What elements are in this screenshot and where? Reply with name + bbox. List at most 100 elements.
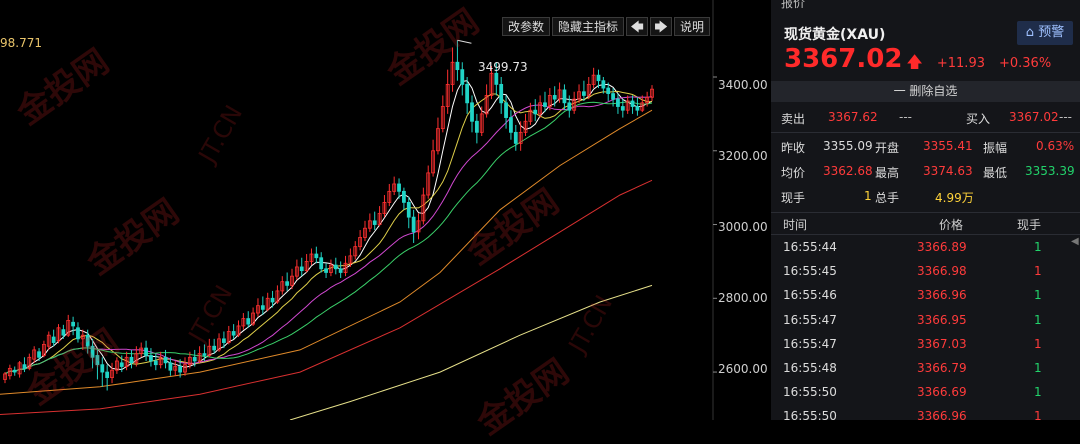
candle	[625, 95, 630, 114]
stat-row-avg-high-low: 均价 3362.68 最高 3374.63 最低 3353.39	[771, 160, 1080, 185]
candle-body	[533, 109, 538, 115]
candle	[265, 292, 270, 312]
stat-value: 1	[864, 189, 872, 203]
stat-label: 昨收	[781, 141, 806, 155]
stat-value: 4.99万	[935, 191, 974, 205]
candle	[46, 331, 51, 350]
candle	[402, 187, 406, 210]
stats-grid: 卖出 3367.62 --- 买入 3367.02 --- 昨收 3355.09…	[771, 106, 1080, 210]
candle	[363, 220, 367, 242]
candle	[353, 241, 358, 260]
candle	[217, 333, 221, 352]
arrow-left-icon[interactable]: 🡄	[626, 17, 649, 36]
candle	[630, 95, 635, 114]
quote-tab[interactable]: 报价	[781, 0, 805, 11]
candle	[144, 340, 148, 361]
candle	[581, 80, 586, 101]
candle	[577, 84, 581, 103]
candle-body	[149, 355, 153, 362]
stat-value: 3362.68	[823, 164, 873, 178]
kline-chart-area[interactable]: 金投网 金投网 金投网 金投网 金投网 金投网 JT.CN JT.CN JT.C…	[0, 0, 770, 443]
arrow-right-icon[interactable]: 🡆	[650, 17, 673, 36]
tick-row: 16:55:50 3366.69 1	[783, 385, 1042, 400]
candle	[241, 313, 246, 330]
candle-body	[338, 268, 343, 273]
candle	[450, 47, 455, 92]
candle	[392, 176, 397, 196]
tick-list[interactable]: 16:55:44 3366.89 1 16:55:45 3366.98 1 16…	[771, 236, 1080, 430]
candle	[470, 95, 474, 133]
candle	[523, 113, 528, 137]
candle	[513, 124, 518, 151]
candle	[173, 360, 178, 376]
candle-body	[333, 264, 338, 270]
candle	[552, 86, 557, 107]
hide-indicator-button[interactable]: 隐藏主指标	[552, 17, 625, 36]
candle-body	[543, 102, 547, 107]
candle-body	[630, 100, 635, 107]
candle-body	[222, 338, 226, 343]
candle-body	[260, 305, 265, 310]
tick-table-header: 时间 价格 现手	[771, 214, 1080, 234]
candle	[372, 211, 377, 231]
candle	[436, 117, 440, 155]
candle-body	[562, 89, 567, 104]
candle-body	[71, 321, 76, 327]
stat-value: 3367.62	[828, 110, 878, 124]
candle	[431, 139, 435, 177]
candle	[100, 357, 105, 387]
modify-params-button[interactable]: 改参数	[502, 17, 551, 36]
candle-body	[455, 61, 460, 71]
tick-row: 16:55:46 3366.96 1	[783, 288, 1042, 303]
help-button[interactable]: 说明	[674, 17, 711, 36]
candle	[338, 261, 343, 279]
alert-button[interactable]: ⌂ 预警	[1017, 21, 1073, 45]
candle	[149, 348, 153, 367]
candle-body	[246, 318, 251, 325]
candle	[71, 316, 76, 336]
candle	[168, 357, 173, 376]
candle	[518, 121, 523, 151]
candle	[562, 84, 567, 111]
candle	[129, 349, 134, 369]
candle-body	[163, 356, 168, 364]
candle	[32, 346, 37, 363]
candle	[105, 364, 110, 391]
tick-row: 16:55:47 3367.03 1	[783, 336, 1042, 351]
candle	[358, 230, 363, 251]
candle-body	[567, 102, 572, 111]
candle	[294, 259, 299, 280]
candle-body	[494, 72, 499, 85]
candle-body	[22, 364, 27, 369]
y-axis-label: 3200.00	[718, 149, 768, 163]
candle-body	[153, 360, 158, 366]
candle	[80, 329, 85, 350]
col-vol: 现手	[1017, 218, 1042, 232]
bell-icon: ⌂	[1025, 25, 1035, 40]
candle-body	[474, 120, 479, 133]
candle-body	[460, 69, 465, 85]
candle	[280, 276, 285, 295]
candle-body	[581, 91, 586, 96]
stat-label: 现手	[781, 191, 806, 205]
tick-row: 16:55:45 3366.98 1	[783, 264, 1042, 279]
candle-body	[620, 106, 625, 111]
quote-panel: 报价 现货黄金(XAU) ⌂ 预警 3367.02 🡅 +11.93 +0.36…	[771, 0, 1080, 423]
candle-body	[76, 327, 80, 340]
candle-body	[465, 83, 470, 104]
stat-label: ---	[1059, 110, 1072, 124]
col-price: 价格	[939, 218, 964, 232]
price-row: 3367.02 🡅 +11.93 +0.36%	[784, 44, 1051, 78]
remove-favorite-button[interactable]: 一 删除自选	[771, 81, 1080, 102]
candle-body	[90, 345, 95, 358]
candle-body	[601, 80, 606, 89]
candle	[406, 196, 411, 229]
candle-body	[37, 351, 41, 358]
candle	[426, 165, 431, 199]
candle-body	[105, 371, 110, 378]
stat-label: 总手	[875, 191, 900, 205]
candle-body	[402, 190, 406, 203]
stat-label: 买入	[966, 112, 991, 126]
stat-row-volume: 现手 1 总手 4.99万	[771, 185, 1080, 210]
kline-chart[interactable]	[0, 0, 770, 420]
